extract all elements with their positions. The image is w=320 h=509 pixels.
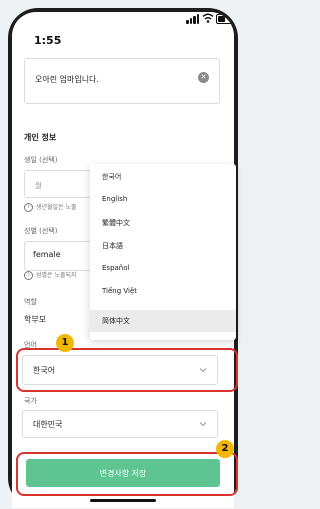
gender-hint-text: 성별은 노출되지 xyxy=(36,272,77,279)
status-bar: 1:55 xyxy=(12,12,234,52)
status-time: 1:55 xyxy=(34,34,62,47)
language-option[interactable]: 繁體中文 xyxy=(102,218,130,228)
language-option[interactable]: 日本語 xyxy=(102,241,123,251)
country-value: 대한민국 xyxy=(33,420,63,429)
role-label: 역할 xyxy=(24,298,37,306)
gender-hint: i 성별은 노출되지 xyxy=(24,270,77,280)
chevron-down-icon xyxy=(199,422,207,427)
language-dropdown-menu: 한국어 English 繁體中文 日本語 Español Tiếng Việt … xyxy=(90,164,236,340)
birthday-label: 생일 (선택) xyxy=(24,156,58,164)
language-option[interactable]: Español xyxy=(102,264,129,272)
info-icon: i xyxy=(24,271,33,280)
step-badge-1: 1 xyxy=(56,334,74,352)
clear-icon[interactable]: ✕ xyxy=(198,72,209,83)
country-label: 국가 xyxy=(24,397,37,405)
bio-input[interactable]: 오아린 엄마입니다. ✕ xyxy=(24,58,220,104)
step-badge-2: 2 xyxy=(216,440,234,458)
bio-text: 오아린 엄마입니다. xyxy=(35,75,99,84)
month-placeholder: 월 xyxy=(35,181,42,190)
annotation-frame-save xyxy=(16,452,238,496)
annotation-frame-language xyxy=(16,348,238,392)
signal-icon xyxy=(186,14,200,24)
country-select[interactable]: 대한민국 xyxy=(22,410,218,438)
home-indicator xyxy=(90,499,156,502)
language-option[interactable]: 简体中文 xyxy=(102,316,130,326)
info-icon: i xyxy=(24,203,33,212)
wifi-icon xyxy=(202,13,214,23)
language-option[interactable]: 한국어 xyxy=(102,172,121,182)
birthday-hint-text: 생년월일은 노출 xyxy=(36,204,77,211)
section-title: 개인 정보 xyxy=(24,133,57,142)
battery-icon xyxy=(216,14,234,24)
role-value: 학부모 xyxy=(24,315,47,324)
gender-label: 성별 (선택) xyxy=(24,227,58,235)
language-option[interactable]: English xyxy=(102,195,127,203)
gender-value: female xyxy=(33,250,61,259)
language-option[interactable]: Tiếng Việt xyxy=(102,287,137,295)
birthday-hint: i 생년월일은 노출 xyxy=(24,202,77,212)
